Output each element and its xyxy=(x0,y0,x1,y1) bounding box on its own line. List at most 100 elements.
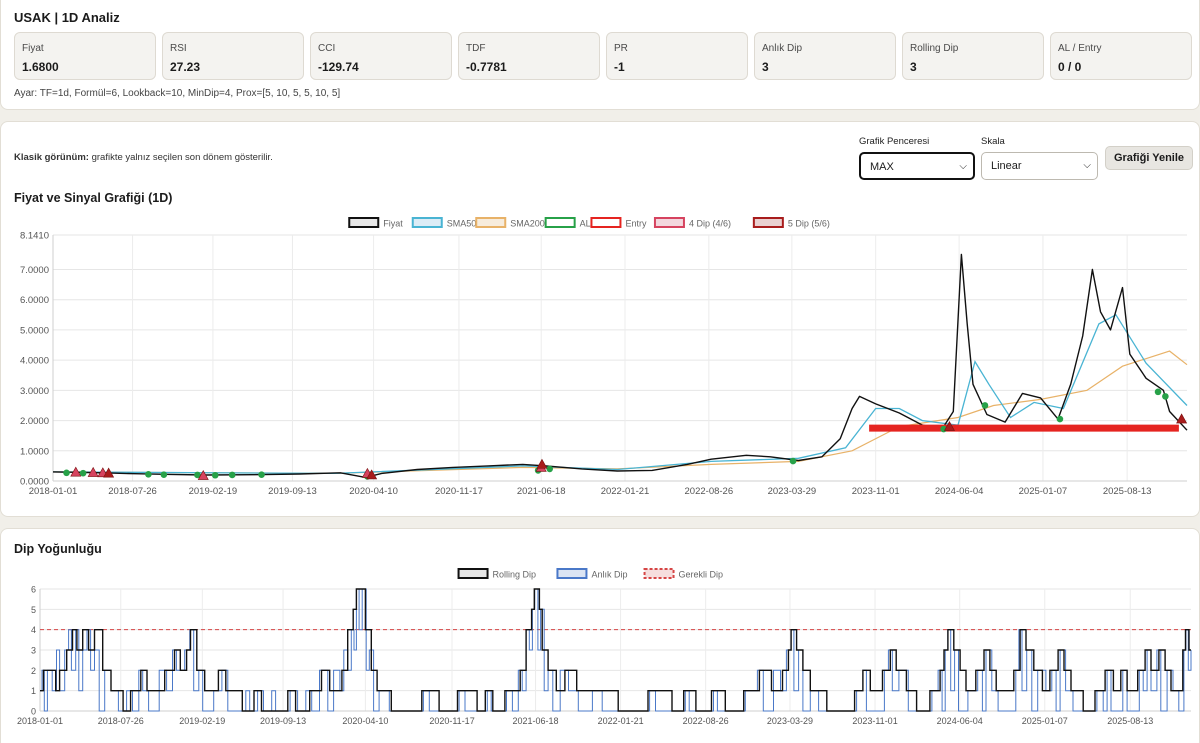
price-line xyxy=(52,253,1188,479)
dip-chart-title: Dip Yoğunluğu xyxy=(14,542,102,556)
al-signal-marker xyxy=(789,457,797,465)
x-tick-label: 2018-07-26 xyxy=(108,486,157,497)
al-signal-marker xyxy=(145,471,152,478)
x-tick-label: 2019-02-19 xyxy=(179,716,225,726)
dip5-signal-marker xyxy=(1176,413,1188,424)
chevron-down-icon: ⌵ xyxy=(959,161,967,172)
refresh-chart-button[interactable]: Grafiği Yenile xyxy=(1105,146,1193,170)
summary-card: USAK | 1D Analiz Fiyat 1.6800 RSI 27.23 CCI -… xyxy=(0,0,1200,110)
y-tick-label: 0 xyxy=(31,707,36,717)
x-tick-label: 2020-11-17 xyxy=(429,716,474,726)
price-chart-title: Fiyat ve Sinyal Grafiği (1D) xyxy=(14,191,173,205)
legend-label: 4 Dip (4/6) xyxy=(689,219,731,229)
al-signal-marker xyxy=(79,469,87,477)
x-tick-label: 2021-06-18 xyxy=(517,486,566,497)
legend-swatch xyxy=(752,217,784,228)
al-signal-marker xyxy=(1154,388,1162,396)
x-tick-label: 2018-01-01 xyxy=(17,716,63,726)
x-tick-label: 2025-08-13 xyxy=(1103,486,1152,497)
stat-card-7: AL / Entry 0 / 0 xyxy=(1050,32,1192,80)
x-tick-label: 2018-01-01 xyxy=(29,486,78,497)
y-tick-label: 7.0000 xyxy=(20,265,49,276)
legend-swatch xyxy=(457,568,489,579)
stat-card-6: Rolling Dip 3 xyxy=(902,32,1044,80)
stat-card-5: Anlık Dip 3 xyxy=(754,32,896,80)
window-label: Grafik Penceresi xyxy=(859,136,930,147)
y-tick-label: 3.0000 xyxy=(20,386,49,397)
al-signal-marker xyxy=(546,465,554,473)
x-tick-label: 2023-11-01 xyxy=(852,486,900,497)
al-signal-marker xyxy=(228,471,236,479)
x-tick-label: 2022-08-26 xyxy=(683,716,729,726)
stat-card-3: TDF -0.7781 xyxy=(458,32,600,80)
al-signal-marker xyxy=(63,469,70,477)
y-tick-label: 1 xyxy=(31,686,36,696)
price-chart-card: Klasik görünüm: grafikte yalnız seçilen … xyxy=(0,121,1200,517)
x-tick-label: 2019-09-13 xyxy=(260,716,306,726)
settings-text: Ayar: TF=1d, Formül=6, Lookback=10, MinD… xyxy=(14,88,341,99)
legend-label: Rolling Dip xyxy=(493,570,537,580)
stat-label: CCI xyxy=(318,43,336,54)
legend-swatch xyxy=(348,217,380,228)
stat-label: AL / Entry xyxy=(1058,43,1102,54)
y-tick-label: 4 xyxy=(31,625,36,635)
scale-select[interactable]: Linear ⌵ xyxy=(981,152,1098,180)
legend-label: AL xyxy=(580,219,591,229)
y-tick-label: 4.0000 xyxy=(20,356,49,367)
stat-value: 1.6800 xyxy=(22,60,59,74)
stat-value: 3 xyxy=(762,60,769,74)
x-tick-label: 2022-08-26 xyxy=(685,486,734,497)
x-tick-label: 2023-03-29 xyxy=(767,716,813,726)
stat-label: Fiyat xyxy=(22,43,44,54)
al-signal-marker xyxy=(1162,393,1169,400)
y-tick-label: 6 xyxy=(31,585,36,595)
stat-label: Anlık Dip xyxy=(762,43,803,54)
y-tick-label: 5 xyxy=(31,605,36,615)
legend-swatch xyxy=(643,568,675,579)
chevron-down-icon: ⌵ xyxy=(1083,160,1091,171)
stat-label: Rolling Dip xyxy=(910,43,959,54)
sma50-line xyxy=(52,313,1188,475)
x-tick-label: 2020-11-17 xyxy=(435,486,483,497)
legend-swatch xyxy=(411,217,443,228)
legend-label: Gerekli Dip xyxy=(679,570,724,580)
al-signal-marker xyxy=(258,471,265,478)
x-tick-label: 2025-01-07 xyxy=(1022,716,1068,726)
stat-label: PR xyxy=(614,43,628,54)
y-tick-label: 2.0000 xyxy=(20,416,49,427)
stat-value: -1 xyxy=(614,60,625,74)
x-tick-label: 2019-02-19 xyxy=(189,486,238,497)
stat-card-4: PR -1 xyxy=(606,32,748,80)
x-tick-label: 2023-03-29 xyxy=(768,486,817,497)
y-tick-label: 6.0000 xyxy=(20,295,49,306)
x-tick-label: 2018-07-26 xyxy=(98,716,144,726)
y-tick-label: 2 xyxy=(31,666,36,676)
legend-label: Anlık Dip xyxy=(591,570,627,580)
stat-value: 27.23 xyxy=(170,60,201,74)
al-signal-marker xyxy=(160,471,168,478)
y-tick-label: 8.1410 xyxy=(20,231,49,242)
x-tick-label: 2020-04-10 xyxy=(349,486,398,497)
legend-label: 5 Dip (5/6) xyxy=(788,219,830,229)
stat-label: TDF xyxy=(466,43,486,54)
x-tick-label: 2022-01-21 xyxy=(598,716,644,726)
x-tick-label: 2021-06-18 xyxy=(513,716,559,726)
stat-value: 0 / 0 xyxy=(1058,60,1082,74)
x-tick-label: 2024-06-04 xyxy=(937,716,983,726)
price-chart: 8.1410 7.0000 6.0000 5.0000 4.0000 3.0000 2.00… xyxy=(20,217,1188,497)
stat-card-0: Fiyat 1.6800 xyxy=(14,32,156,80)
x-tick-label: 2022-01-21 xyxy=(601,486,650,497)
window-select-value: MAX xyxy=(870,161,894,173)
legend-swatch xyxy=(653,217,685,228)
legend-label: SMA50 xyxy=(447,219,477,229)
x-tick-label: 2025-08-13 xyxy=(1107,716,1153,726)
stat-card-2: CCI -129.74 xyxy=(310,32,452,80)
x-tick-label: 2025-01-07 xyxy=(1019,486,1068,497)
legend-label: Fiyat xyxy=(383,219,403,229)
stat-label: RSI xyxy=(170,43,187,54)
stat-value: -0.7781 xyxy=(466,60,507,74)
window-select[interactable]: MAX ⌵ xyxy=(859,152,975,180)
stat-card-1: RSI 27.23 xyxy=(162,32,304,80)
legend-label: Entry xyxy=(625,219,647,229)
y-tick-label: 5.0000 xyxy=(20,325,49,336)
